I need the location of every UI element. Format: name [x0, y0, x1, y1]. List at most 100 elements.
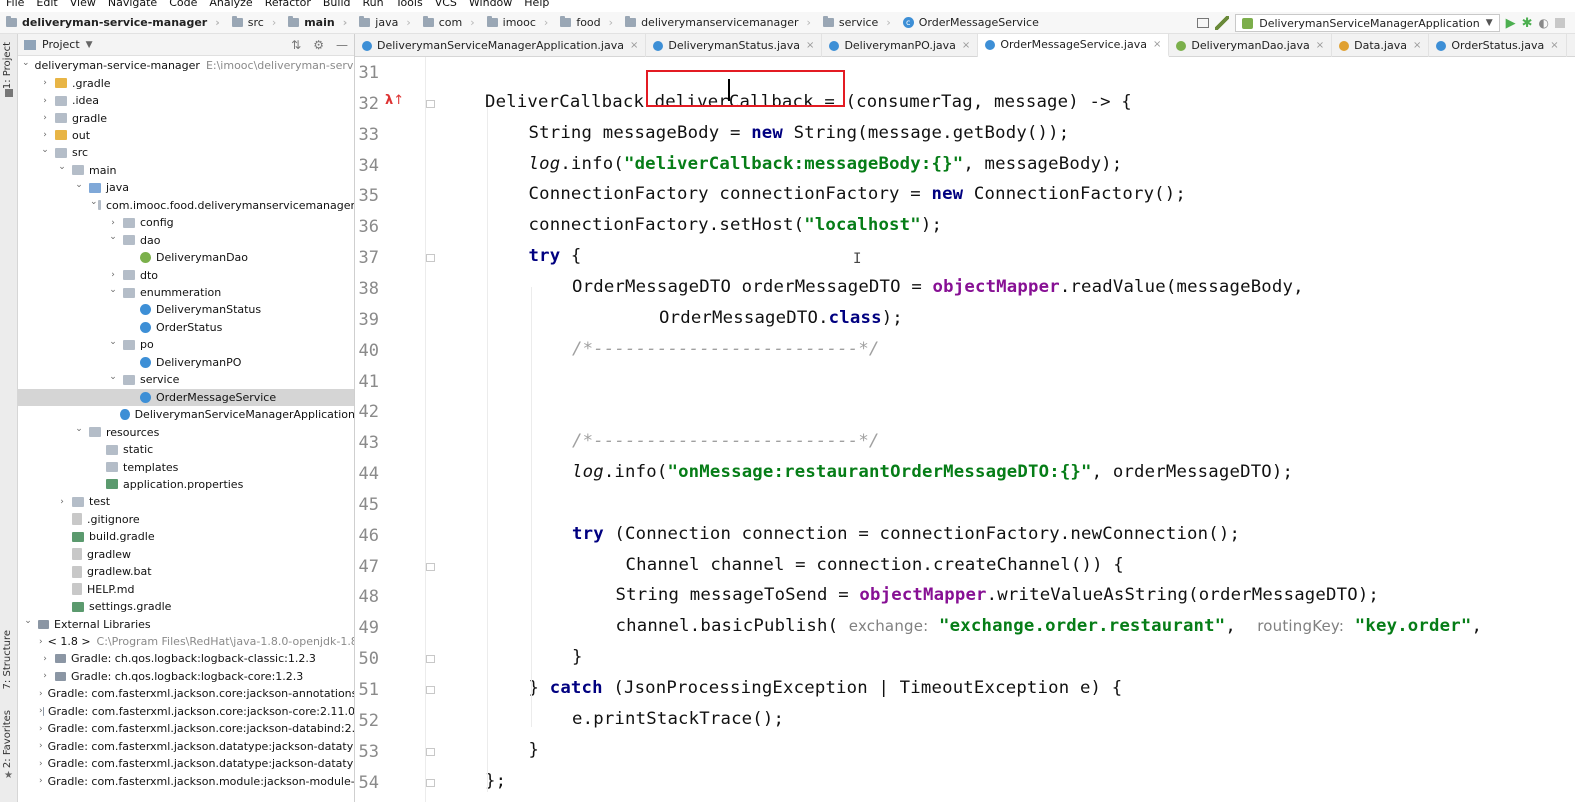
close-icon[interactable]: × — [962, 40, 970, 51]
chevron-right-icon[interactable]: › — [39, 654, 51, 664]
editor-tab[interactable]: DeliverymanStatus.java × — [646, 34, 823, 57]
fold-marker-icon[interactable] — [426, 686, 435, 694]
chevron-right-icon[interactable]: › — [107, 218, 119, 228]
chevron-down-icon[interactable]: ⌄ — [73, 424, 85, 434]
tree-node[interactable]: DeliverymanServiceManagerApplication — [18, 406, 354, 423]
editor-tab[interactable]: DeliverymanDao.java × — [1169, 34, 1333, 57]
fold-marker-icon[interactable] — [426, 778, 435, 787]
layout-icon[interactable] — [1197, 18, 1210, 28]
tree-node[interactable]: ⌄ com.imooc.food.deliverymanservicemanage… — [18, 197, 354, 214]
breadcrumb-item[interactable]: src › — [226, 12, 282, 34]
menu-item[interactable]: Analyze — [203, 0, 258, 9]
tree-node[interactable]: ⌄ service — [18, 371, 354, 388]
tree-node[interactable]: › Gradle: ch.qos.logback:logback-classic:… — [18, 650, 354, 667]
tree-node[interactable]: › Gradle: com.fasterxml.jackson.core:jack… — [18, 685, 354, 702]
close-icon[interactable]: × — [630, 40, 638, 51]
hide-icon[interactable]: — — [336, 38, 348, 52]
tree-node[interactable]: › test — [18, 493, 354, 510]
collapse-all-icon[interactable]: ⇅ — [291, 38, 301, 52]
tree-node[interactable]: ⌄ External Libraries — [18, 615, 354, 632]
tree-node[interactable]: static — [18, 441, 354, 458]
menu-item[interactable]: VCS — [429, 0, 463, 9]
tree-node[interactable]: › Gradle: com.fasterxml.jackson.core:jack… — [18, 720, 354, 737]
breadcrumb-item[interactable]: com › — [417, 12, 481, 34]
project-panel-title[interactable]: Project — [42, 38, 80, 51]
menu-item[interactable]: Tools — [390, 0, 429, 9]
close-icon[interactable]: × — [1153, 39, 1161, 50]
tree-node[interactable]: › .idea — [18, 92, 354, 109]
run-icon[interactable]: ▶ — [1506, 16, 1516, 31]
tree-node[interactable]: ⌄ src — [18, 144, 354, 161]
tree-node[interactable]: DeliverymanDao — [18, 249, 354, 266]
breadcrumb-item[interactable]: service › — [817, 12, 897, 34]
chevron-down-icon[interactable]: ▼ — [86, 40, 93, 50]
fold-marker-icon[interactable] — [426, 99, 435, 108]
tree-node[interactable]: DeliverymanStatus — [18, 301, 354, 318]
debug-icon[interactable]: ✱ — [1522, 16, 1533, 31]
tree-node[interactable]: ⌄ java — [18, 179, 354, 196]
fold-marker-icon[interactable] — [426, 254, 435, 263]
chevron-right-icon[interactable]: › — [39, 724, 43, 734]
menu-item[interactable]: Code — [163, 0, 203, 9]
build-hammer-icon[interactable] — [1215, 16, 1230, 30]
tree-node[interactable]: › dto — [18, 266, 354, 283]
tree-node[interactable]: › Gradle: com.fasterxml.jackson.core:jack… — [18, 703, 354, 720]
lambda-gutter-icon[interactable]: λ↑ — [385, 93, 404, 108]
chevron-right-icon[interactable]: › — [39, 78, 51, 88]
chevron-right-icon[interactable]: › — [39, 741, 43, 751]
editor-tab[interactable]: OrderMessageService.java × — [978, 34, 1170, 57]
close-icon[interactable]: × — [1316, 40, 1324, 51]
chevron-down-icon[interactable]: ⌄ — [107, 337, 119, 347]
tree-node[interactable]: build.gradle — [18, 528, 354, 545]
menu-item[interactable]: Window — [463, 0, 518, 9]
chevron-down-icon[interactable]: ⌄ — [22, 58, 30, 68]
tree-node[interactable]: › config — [18, 214, 354, 231]
breadcrumb-item[interactable]: main › — [282, 12, 353, 34]
favorites-tool-button[interactable]: 2: Favorites — [2, 710, 13, 768]
structure-tool-button[interactable]: 7: Structure — [2, 630, 13, 689]
menu-item[interactable]: Help — [518, 0, 555, 9]
tree-node[interactable]: templates — [18, 458, 354, 475]
menu-item[interactable]: Navigate — [102, 0, 163, 9]
menu-item[interactable]: File — [0, 0, 30, 9]
coverage-icon[interactable]: ◐ — [1539, 16, 1549, 30]
tree-node[interactable]: › Gradle: ch.qos.logback:logback-core:1.2… — [18, 668, 354, 685]
menu-item[interactable]: Build — [317, 0, 357, 9]
breadcrumb-item[interactable]: deliverymanservicemanager › — [619, 12, 817, 34]
tree-node[interactable]: › gradle — [18, 109, 354, 126]
code-editor[interactable]: 31 32 33 34 35 36 37 38 39 40 41 42 43 44 45 46 47 48 49 50… — [355, 57, 1575, 802]
chevron-right-icon[interactable]: › — [39, 759, 43, 769]
tree-node[interactable]: › Gradle: com.fasterxml.jackson.module:ja… — [18, 772, 354, 789]
tree-node[interactable]: .gitignore — [18, 511, 354, 528]
breadcrumb-item[interactable]: imooc › — [481, 12, 555, 34]
menu-item[interactable]: View — [64, 0, 102, 9]
menu-item[interactable]: Refactor — [259, 0, 317, 9]
chevron-down-icon[interactable]: ⌄ — [90, 197, 98, 207]
tree-node[interactable]: ⌄ enummeration — [18, 284, 354, 301]
chevron-right-icon[interactable]: › — [39, 689, 43, 699]
tree-node[interactable]: › .gradle — [18, 74, 354, 91]
chevron-right-icon[interactable]: › — [39, 96, 51, 106]
close-icon[interactable]: × — [1550, 40, 1558, 51]
chevron-right-icon[interactable]: › — [56, 497, 68, 507]
chevron-right-icon[interactable]: › — [39, 776, 43, 786]
gear-icon[interactable]: ⚙ — [313, 38, 324, 52]
tree-node[interactable]: › Gradle: com.fasterxml.jackson.datatype:… — [18, 755, 354, 772]
menu-item[interactable]: Run — [357, 0, 390, 9]
chevron-down-icon[interactable]: ⌄ — [39, 145, 51, 155]
tree-node[interactable]: › < 1.8 > C:\Program Files\RedHat\java-1.8… — [18, 633, 354, 650]
fold-marker-icon[interactable] — [426, 562, 435, 571]
tree-node[interactable]: HELP.md — [18, 581, 354, 598]
chevron-down-icon[interactable]: ⌄ — [73, 180, 85, 190]
tree-node[interactable]: gradlew — [18, 546, 354, 563]
tree-node[interactable]: ⌄ dao — [18, 232, 354, 249]
editor-tab[interactable]: OrderStatus.java × — [1429, 34, 1567, 57]
chevron-right-icon[interactable]: › — [39, 671, 51, 681]
tree-node[interactable]: OrderStatus — [18, 319, 354, 336]
menu-item[interactable]: Edit — [30, 0, 63, 9]
chevron-down-icon[interactable]: ⌄ — [22, 616, 34, 626]
tree-node[interactable]: settings.gradle — [18, 598, 354, 615]
chevron-right-icon[interactable]: › — [39, 130, 51, 140]
tree-node[interactable]: ⌄ deliveryman-service-manager E:\imooc\del… — [18, 57, 354, 74]
tree-node[interactable]: › Gradle: com.fasterxml.jackson.datatype:… — [18, 738, 354, 755]
